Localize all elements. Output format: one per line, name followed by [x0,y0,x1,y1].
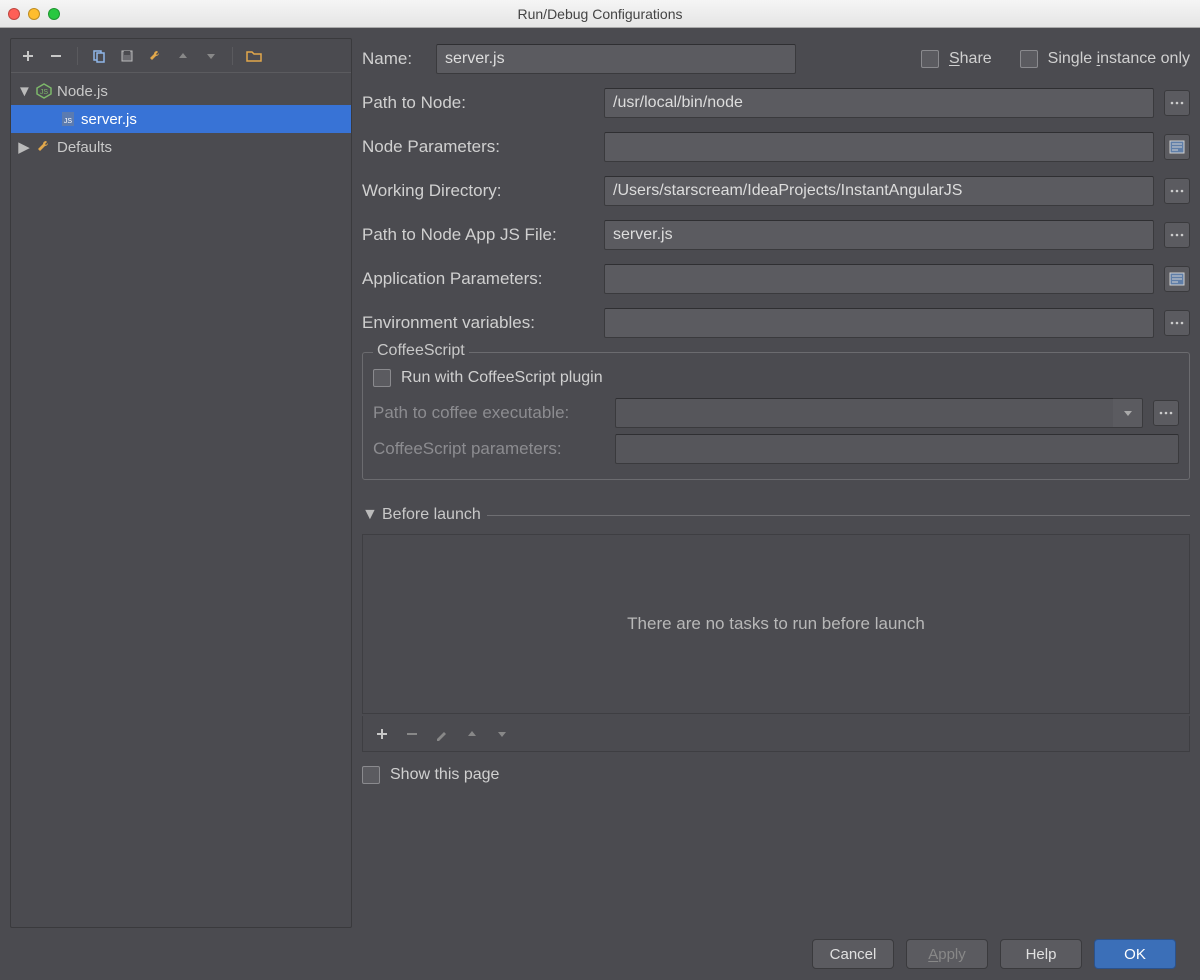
sidebar: ▼ JS Node.js JS server.js ▶ Defaults [10,38,352,928]
path-to-node-label: Path to Node: [362,93,594,113]
before-launch-title: Before launch [382,506,481,524]
svg-text:JS: JS [64,118,73,125]
single-instance-label: Single instance only [1048,50,1190,68]
tree-node-nodejs[interactable]: ▼ JS Node.js [11,77,351,105]
rule [487,515,1190,516]
coffee-path-combo[interactable] [615,398,1143,428]
share-label: Share [949,50,992,68]
coffee-path-row: Path to coffee executable: [373,395,1179,431]
chevron-right-icon[interactable]: ▶ [17,138,31,156]
browse-button[interactable] [1153,400,1179,426]
browse-button[interactable] [1164,178,1190,204]
working-dir-input[interactable] [604,176,1154,206]
help-button[interactable]: Help [1000,939,1082,969]
titlebar: Run/Debug Configurations [0,0,1200,28]
coffee-path-input[interactable] [615,398,1113,428]
name-label: Name: [362,49,426,69]
up-icon[interactable] [172,45,194,67]
share-checkbox[interactable] [921,50,939,68]
js-file-icon: JS [59,110,77,128]
apply-button[interactable]: Apply [906,939,988,969]
config-tree[interactable]: ▼ JS Node.js JS server.js ▶ Defaults [11,73,351,927]
separator [77,47,78,65]
copy-icon[interactable] [88,45,110,67]
env-vars-row: Environment variables: [362,302,1190,344]
coffee-params-label: CoffeeScript parameters: [373,439,605,459]
ok-button[interactable]: OK [1094,939,1176,969]
app-params-row: Application Parameters: [362,258,1190,300]
name-row: Name: Share Single instance only [362,38,1190,80]
window-title: Run/Debug Configurations [0,6,1200,22]
expand-button[interactable] [1164,266,1190,292]
remove-icon[interactable] [403,725,421,743]
coffee-run-label: Run with CoffeeScript plugin [401,369,603,387]
show-page-checkbox[interactable] [362,766,380,784]
folder-icon[interactable] [243,45,265,67]
up-icon[interactable] [463,725,481,743]
defaults-icon [35,138,53,156]
browse-button[interactable] [1164,90,1190,116]
add-icon[interactable] [373,725,391,743]
show-page-row: Show this page [362,766,1190,784]
wrench-icon[interactable] [144,45,166,67]
chevron-down-icon[interactable] [1113,398,1143,428]
path-to-node-row: Path to Node: [362,82,1190,124]
tree-node-serverjs[interactable]: JS server.js [11,105,351,133]
tree-label: Node.js [57,83,108,100]
down-icon[interactable] [200,45,222,67]
before-launch-header[interactable]: ▼ Before launch [362,506,1190,524]
tree-label: Defaults [57,139,112,156]
dialog-footer: Cancel Apply Help OK [0,928,1200,980]
app-js-label: Path to Node App JS File: [362,225,594,245]
before-launch-list[interactable]: There are no tasks to run before launch [362,534,1190,714]
tree-node-defaults[interactable]: ▶ Defaults [11,133,351,161]
config-panel: Name: Share Single instance only Path to… [362,38,1190,928]
cancel-button[interactable]: Cancel [812,939,894,969]
path-to-node-input[interactable] [604,88,1154,118]
sidebar-toolbar [11,39,351,73]
name-input[interactable] [436,44,796,74]
coffeescript-group-title: CoffeeScript [373,342,469,360]
app-params-label: Application Parameters: [362,269,594,289]
env-vars-label: Environment variables: [362,313,594,333]
expand-button[interactable] [1164,134,1190,160]
coffeescript-group: CoffeeScript Run with CoffeeScript plugi… [362,352,1190,480]
browse-button[interactable] [1164,310,1190,336]
node-parameters-input[interactable] [604,132,1154,162]
before-launch-toolbar [362,716,1190,752]
working-dir-label: Working Directory: [362,181,594,201]
edit-icon[interactable] [433,725,451,743]
svg-text:JS: JS [40,89,49,96]
save-icon[interactable] [116,45,138,67]
coffee-run-checkbox[interactable] [373,369,391,387]
show-page-label: Show this page [390,766,499,784]
nodejs-icon: JS [35,82,53,100]
working-dir-row: Working Directory: [362,170,1190,212]
before-launch-empty: There are no tasks to run before launch [627,614,925,634]
coffee-path-label: Path to coffee executable: [373,403,605,423]
remove-icon[interactable] [45,45,67,67]
app-js-input[interactable] [604,220,1154,250]
separator [232,47,233,65]
coffee-params-row: CoffeeScript parameters: [373,431,1179,467]
node-parameters-row: Node Parameters: [362,126,1190,168]
coffee-run-row: Run with CoffeeScript plugin [373,361,1179,395]
down-icon[interactable] [493,725,511,743]
chevron-down-icon[interactable]: ▼ [362,506,376,524]
app-params-input[interactable] [604,264,1154,294]
tree-label: server.js [81,111,137,128]
app-js-row: Path to Node App JS File: [362,214,1190,256]
chevron-down-icon[interactable]: ▼ [17,83,31,100]
browse-button[interactable] [1164,222,1190,248]
add-icon[interactable] [17,45,39,67]
env-vars-input[interactable] [604,308,1154,338]
single-instance-checkbox[interactable] [1020,50,1038,68]
node-parameters-label: Node Parameters: [362,137,594,157]
coffee-params-input[interactable] [615,434,1179,464]
